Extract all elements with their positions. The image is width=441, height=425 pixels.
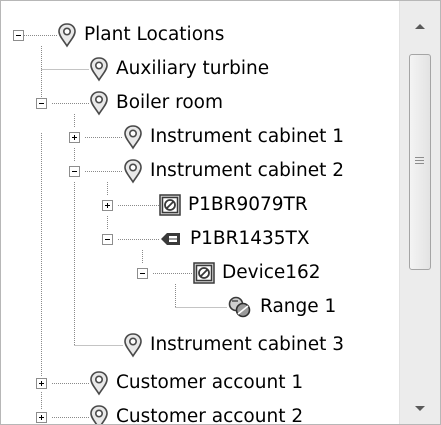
tree-node-label: Customer account 1: [116, 372, 304, 393]
expand-toggle-device162[interactable]: [137, 268, 148, 279]
location-pin-icon: [90, 57, 108, 82]
tree-node-device162[interactable]: Device162: [193, 256, 323, 290]
location-pin-icon: [90, 371, 108, 396]
scroll-up-arrow-icon: [415, 23, 425, 29]
tree-node-label: Plant Locations: [84, 24, 225, 45]
expand-toggle-boiler-room[interactable]: [36, 98, 47, 109]
scroll-thumb[interactable]: [409, 54, 431, 270]
tree-node-label: P1BR9079TR: [188, 194, 308, 215]
location-pin-icon: [124, 159, 142, 184]
tree-node-range-1[interactable]: Range 1: [227, 290, 338, 324]
tree-node-boiler-room[interactable]: Boiler room: [89, 86, 225, 120]
tree-node-label: Auxiliary turbine: [116, 58, 270, 79]
location-pin-icon: [124, 333, 142, 358]
scroll-grip-line: [415, 163, 424, 164]
tree-node-customer-account-2[interactable]: Customer account 2: [89, 400, 305, 425]
scroll-up-button[interactable]: [400, 11, 440, 41]
tree-node-label: P1BR1435TX: [190, 228, 310, 249]
tree-panel: Plant Locations Auxiliary turbine Boiler…: [0, 0, 441, 425]
tree-node-plant-locations[interactable]: Plant Locations: [57, 18, 226, 52]
location-pin-icon: [90, 405, 108, 424]
tree-node-instrument-cabinet-1[interactable]: Instrument cabinet 1: [123, 120, 346, 154]
tree-node-customer-account-1[interactable]: Customer account 1: [89, 366, 305, 400]
tree-node-label: Instrument cabinet 3: [150, 334, 345, 355]
tree-node-p1br9079tr[interactable]: P1BR9079TR: [159, 188, 310, 222]
transmitter-icon: [161, 233, 180, 245]
location-pin-icon: [124, 125, 142, 150]
device-icon: [159, 194, 181, 216]
tree-node-p1br1435tx[interactable]: P1BR1435TX: [159, 222, 312, 256]
tree-node-auxiliary-turbine[interactable]: Auxiliary turbine: [89, 52, 271, 86]
device-icon: [193, 262, 215, 284]
range-icon: [228, 296, 251, 318]
expand-toggle-instrument-cabinet-1[interactable]: [69, 132, 80, 143]
tree-node-label: Device162: [222, 262, 321, 283]
expand-toggle-p1br9079tr[interactable]: [102, 200, 113, 211]
expand-toggle-p1br1435tx[interactable]: [102, 234, 113, 245]
expand-toggle-customer-account-1[interactable]: [36, 378, 47, 389]
scroll-grip-line: [415, 157, 424, 158]
tree-node-label: Boiler room: [116, 92, 224, 113]
location-pin-icon: [58, 23, 76, 48]
scroll-down-button[interactable]: [400, 393, 440, 423]
expand-toggle-customer-account-2[interactable]: [36, 412, 47, 423]
vertical-scrollbar[interactable]: [399, 1, 440, 424]
tree-node-instrument-cabinet-2[interactable]: Instrument cabinet 2: [123, 154, 346, 188]
location-pin-icon: [90, 91, 108, 116]
tree-view[interactable]: Plant Locations Auxiliary turbine Boiler…: [1, 1, 399, 424]
tree-node-label: Instrument cabinet 1: [150, 126, 345, 147]
scroll-down-arrow-icon: [415, 405, 425, 411]
tree-node-label: Instrument cabinet 2: [150, 160, 345, 181]
tree-node-label: Customer account 2: [116, 406, 304, 425]
expand-toggle-instrument-cabinet-2[interactable]: [69, 166, 80, 177]
scroll-grip-line: [415, 160, 424, 161]
tree-node-label: Range 1: [260, 296, 337, 317]
expand-toggle-plant-locations[interactable]: [13, 30, 24, 41]
tree-node-instrument-cabinet-3[interactable]: Instrument cabinet 3: [123, 328, 346, 362]
